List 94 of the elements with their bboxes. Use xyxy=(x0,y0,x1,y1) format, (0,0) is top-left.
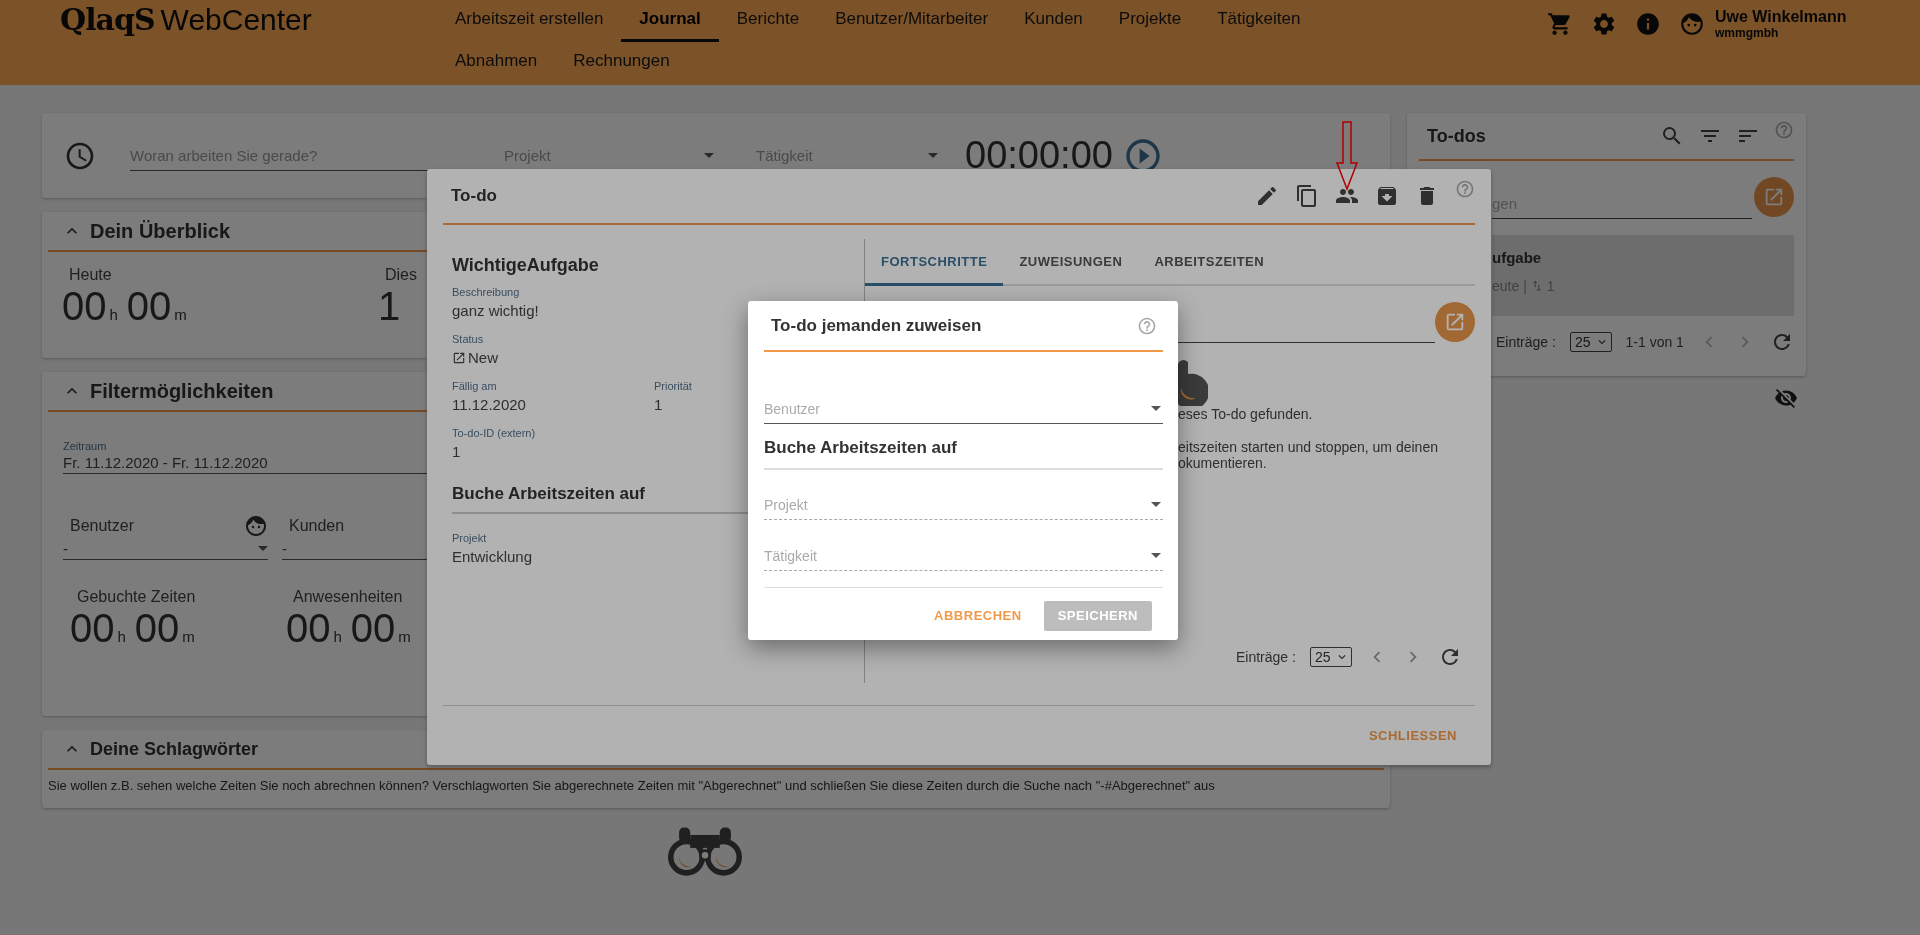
minutes-unit: m xyxy=(182,628,195,645)
hours-unit: h xyxy=(109,306,118,323)
dropdown-icon xyxy=(258,546,268,551)
dropdown-icon xyxy=(1151,553,1161,558)
filter-select[interactable]: Benutzer - xyxy=(63,514,268,560)
todo-name: WichtigeAufgabe xyxy=(452,255,600,276)
minutes-unit: m xyxy=(174,306,187,323)
arrow-annotation xyxy=(1336,121,1358,191)
minutes-value: 00 xyxy=(134,606,180,651)
cart-icon[interactable] xyxy=(1547,11,1573,37)
field-label: Fällig am xyxy=(452,380,497,392)
card-title: Deine Schlagwörter xyxy=(90,738,259,760)
minutes-value: 00 xyxy=(126,284,172,329)
archive-icon[interactable] xyxy=(1375,184,1399,208)
hours-value: 00 xyxy=(62,284,107,329)
card-title: Dein Überblick xyxy=(90,219,231,243)
tab[interactable]: ZUWEISUNGEN xyxy=(1003,239,1139,286)
stat-label: Dies xyxy=(384,266,418,284)
help-icon[interactable] xyxy=(1774,120,1794,140)
face-icon[interactable] xyxy=(1679,11,1705,37)
hours-value: 1 xyxy=(378,284,401,329)
field-label: Status xyxy=(452,333,484,345)
field-value: Entwicklung xyxy=(452,548,533,565)
user-select[interactable]: Benutzer xyxy=(764,394,1163,424)
dropdown-icon xyxy=(1151,502,1161,507)
tags-hint: Sie wollen z.B. sehen welche Zeiten Sie noch abrechnen können? Verschlagworten Sie abgerechnete Zeiten mit "Abgerechnet" und schließen Sie diese Zeiten durch die Suche nach "-#Abgerechnet" aus xyxy=(48,778,1216,793)
hours-value: 00 xyxy=(286,606,331,651)
nav-link[interactable]: Benutzer/Mitarbeiter xyxy=(817,0,1007,42)
empty-message: eitszeiten starten und stoppen, um deinen xyxy=(1178,439,1439,455)
user-company: wmmgmbh xyxy=(1715,26,1780,40)
hours-value: 00 xyxy=(70,606,115,651)
field-label: Projekt xyxy=(452,532,487,544)
info-icon[interactable] xyxy=(1635,11,1661,37)
logo-brand: QlaqS xyxy=(60,2,155,37)
timer-display: 00:00:00 xyxy=(965,134,1113,177)
help-icon[interactable] xyxy=(1137,315,1157,336)
stat-label: Anwesenheiten xyxy=(292,588,404,606)
hours-unit: h xyxy=(333,628,342,645)
project-select[interactable]: Projekt xyxy=(764,490,1163,520)
entries-label: Einträge : xyxy=(1496,334,1556,350)
field-value: 1 xyxy=(654,396,663,413)
nav-link[interactable]: Kunden xyxy=(1006,0,1101,42)
nav-link[interactable]: Arbeitszeit erstellen xyxy=(437,0,622,42)
copy-icon[interactable] xyxy=(1295,184,1319,208)
empty-message: eses To-do gefunden. xyxy=(1178,406,1314,422)
hours-unit: h xyxy=(117,628,126,645)
section-heading: Buche Arbeitszeiten auf xyxy=(764,438,1163,470)
tab[interactable]: ARBEITSZEITEN xyxy=(1138,239,1281,286)
field-label: To-do-ID (extern) xyxy=(452,427,536,439)
nav-link[interactable]: Rechnungen xyxy=(555,42,688,84)
empty-message: okumentieren. xyxy=(1178,455,1268,471)
field-label: Beschreibung xyxy=(452,286,520,298)
tab[interactable]: FORTSCHRITTE xyxy=(865,239,1004,286)
dialog-title: To-do xyxy=(451,186,497,206)
help-icon[interactable] xyxy=(1455,179,1475,199)
page-range: 1-1 von 1 xyxy=(1625,334,1684,350)
field-value: New xyxy=(468,349,498,366)
open-icon xyxy=(1444,311,1466,333)
minutes-unit: m xyxy=(398,628,411,645)
page-size-select[interactable]: 25 xyxy=(1569,332,1612,352)
stat-label: Heute xyxy=(68,266,113,284)
panel-title: To-dos xyxy=(1427,125,1486,147)
logo-product: WebCenter xyxy=(160,3,312,37)
nav-link[interactable]: Journal xyxy=(621,0,719,42)
todo-title: ufgabe xyxy=(1492,249,1543,266)
dialog-title: To-do jemanden zuweisen xyxy=(771,315,982,336)
dropdown-icon xyxy=(704,152,714,158)
nav-link[interactable]: Tätigkeiten xyxy=(1199,0,1319,42)
settings-icon[interactable] xyxy=(1591,11,1617,37)
field-value: 1 xyxy=(452,443,461,460)
dropdown-icon xyxy=(1151,406,1161,411)
card-title: Filtermöglichkeiten xyxy=(90,379,274,403)
close-button[interactable]: SCHLIESSEN xyxy=(1358,720,1467,751)
nav-link[interactable]: Projekte xyxy=(1100,0,1200,42)
dropdown-icon xyxy=(928,152,938,158)
user-name: Uwe Winkelmann xyxy=(1715,8,1847,26)
edit-icon[interactable] xyxy=(1255,184,1279,208)
face-icon xyxy=(244,514,268,538)
hide-icon[interactable] xyxy=(1774,386,1798,410)
field-label: Priorität xyxy=(654,380,692,392)
activity-select[interactable]: Tätigkeit xyxy=(764,541,1163,571)
status-icon xyxy=(452,350,466,365)
nav-link[interactable]: Berichte xyxy=(718,0,818,42)
field-value: ganz wichtig! xyxy=(452,302,539,319)
stat-label: Gebuchte Zeiten xyxy=(76,588,197,606)
page-size-select[interactable]: 25 xyxy=(1309,647,1352,667)
field-value: 11.12.2020 xyxy=(452,396,526,413)
entries-label: Einträge : xyxy=(1236,649,1296,665)
cancel-button[interactable]: ABBRECHEN xyxy=(924,600,1032,631)
open-icon xyxy=(1763,186,1785,208)
open-button[interactable] xyxy=(1754,177,1794,217)
minutes-value: 00 xyxy=(350,606,396,651)
nav-link[interactable]: Abnahmen xyxy=(437,42,556,84)
open-button[interactable] xyxy=(1435,302,1475,342)
